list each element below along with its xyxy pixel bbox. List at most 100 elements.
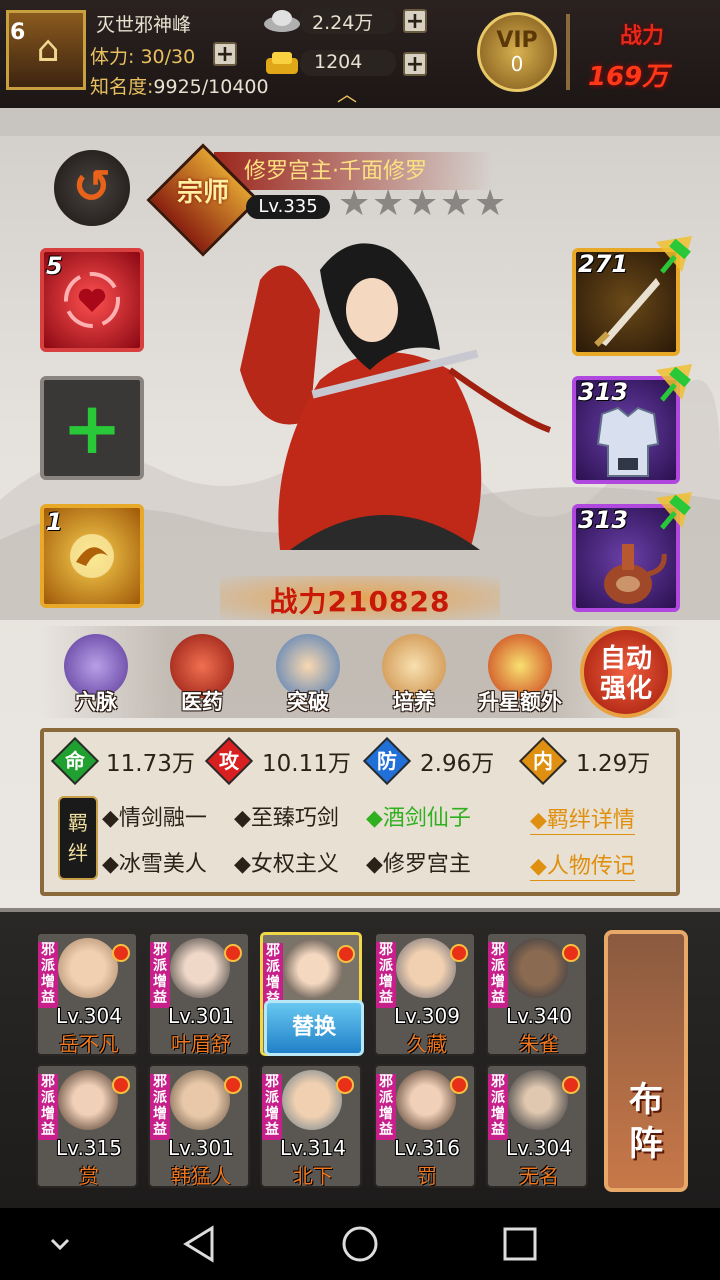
lineup-card[interactable]: 邪派增益 Lv.301 韩猛人 xyxy=(148,1064,250,1188)
stat-badge: 内 xyxy=(533,749,553,773)
card-level: Lv.316 xyxy=(394,1136,460,1160)
menu-label: 医药 xyxy=(181,690,223,714)
card-name: 北下 xyxy=(293,1164,333,1188)
sect-buff-tag: 邪派增益 xyxy=(150,1074,170,1140)
menu-star-up-button[interactable]: 升星额外 xyxy=(478,632,562,716)
replace-button[interactable]: 替换 xyxy=(264,1000,364,1056)
sword-icon xyxy=(594,278,660,347)
menu-label: 培养 xyxy=(393,690,435,714)
card-name: 无名 xyxy=(519,1164,559,1188)
fame-value: 9925/10400 xyxy=(153,76,269,98)
menu-medicine-button[interactable]: 医药 xyxy=(160,632,244,716)
notification-dot xyxy=(224,944,242,962)
silver-ingot-icon xyxy=(262,6,302,34)
equipment-level: 313 xyxy=(578,506,629,534)
lineup-card[interactable]: 邪派增益 Lv.316 罚 xyxy=(374,1064,476,1188)
hero-avatar xyxy=(396,938,456,998)
notification-dot xyxy=(450,944,468,962)
skill-slot-2[interactable]: + xyxy=(40,376,144,480)
lineup-card[interactable]: 邪派增益 Lv.314 北下 xyxy=(260,1064,362,1188)
top-power-label: 战力 xyxy=(620,24,665,49)
bond-item-active: ◆酒剑仙子 xyxy=(366,806,471,831)
formation-label-text: 布阵 xyxy=(629,1080,663,1164)
top-power-value: 169万 xyxy=(588,62,669,92)
back-triangle-icon[interactable] xyxy=(180,1224,220,1264)
sect-buff-tag: 邪派增益 xyxy=(150,942,170,1008)
hero-avatar xyxy=(170,938,230,998)
upgrade-hammer-icon[interactable] xyxy=(652,488,698,534)
home-circle-icon[interactable] xyxy=(340,1224,380,1264)
notification-dot xyxy=(112,1076,130,1094)
menu-label: 突破 xyxy=(287,690,329,714)
golden-burst-icon xyxy=(70,534,114,578)
player-level: 6 xyxy=(10,20,26,45)
lineup-card[interactable]: 邪派增益 Lv.304 无名 xyxy=(486,1064,588,1188)
card-level: Lv.304 xyxy=(506,1136,572,1160)
sect-buff-tag: 邪派增益 xyxy=(376,1074,396,1140)
card-level: Lv.340 xyxy=(506,1004,572,1028)
hero-avatar xyxy=(508,938,568,998)
bond-details-link[interactable]: ◆羁绊详情 xyxy=(530,802,635,835)
upgrade-hammer-icon[interactable] xyxy=(652,232,698,278)
lineup-card[interactable]: 邪派增益 Lv.340 朱雀 xyxy=(486,932,588,1056)
player-name: 灭世邪神峰 xyxy=(96,14,192,36)
equipment-level: 313 xyxy=(578,378,629,406)
recent-apps-icon[interactable] xyxy=(502,1226,538,1262)
card-name: 罚 xyxy=(417,1164,437,1188)
auto-enhance-button[interactable]: 自动 强化 xyxy=(580,626,672,718)
add-stamina-button[interactable]: + xyxy=(213,42,237,66)
vip-badge[interactable]: VIP 0 xyxy=(477,12,557,92)
fame-label: 知名度: xyxy=(90,76,154,98)
star-icon: ★ xyxy=(474,183,507,224)
back-button[interactable]: ↺ xyxy=(54,150,130,226)
menu-breakthrough-button[interactable]: 突破 xyxy=(266,632,350,716)
bond-tag: 羁绊 xyxy=(58,796,98,880)
sect-buff-tag: 邪派增益 xyxy=(38,1074,58,1140)
menu-label: 穴脉 xyxy=(75,690,117,714)
lineup-card[interactable]: 邪派增益 Lv.315 赏 xyxy=(36,1064,138,1188)
gold-ingot-icon xyxy=(262,48,302,78)
lineup-card[interactable]: 邪派增益 Lv.309 久藏 xyxy=(374,932,476,1056)
card-level: Lv.314 xyxy=(280,1136,346,1160)
chevron-down-icon[interactable] xyxy=(46,1232,74,1256)
hero-avatar xyxy=(58,938,118,998)
star-icon: ★ xyxy=(440,183,473,224)
notification-dot xyxy=(336,1076,354,1094)
card-level: Lv.301 xyxy=(168,1004,234,1028)
card-name: 久藏 xyxy=(407,1032,447,1056)
add-icon: + xyxy=(61,386,123,470)
notification-dot xyxy=(112,944,130,962)
stat-badge: 攻 xyxy=(219,749,239,773)
sect-buff-tag: 邪派增益 xyxy=(376,942,396,1008)
add-gold-button[interactable]: + xyxy=(403,52,427,76)
skill-slot-1[interactable]: 5 xyxy=(40,248,144,352)
add-silver-button[interactable]: + xyxy=(403,9,427,33)
notification-dot xyxy=(562,944,580,962)
bond-item: ◆冰雪美人 xyxy=(102,852,207,877)
bond-item: ◆女权主义 xyxy=(234,852,339,877)
skill-slot-3[interactable]: 1 xyxy=(40,504,144,608)
lineup-card[interactable]: 邪派增益 Lv.301 叶眉舒 xyxy=(148,932,250,1056)
card-name: 叶眉舒 xyxy=(171,1032,231,1056)
expand-chevron-icon[interactable]: ︿ xyxy=(332,84,362,104)
hero-level: Lv.335 xyxy=(246,195,330,219)
menu-cultivate-button[interactable]: 培养 xyxy=(372,632,456,716)
hero-portrait xyxy=(240,243,551,550)
card-name: 岳不凡 xyxy=(59,1032,119,1056)
lineup-card[interactable]: 邪派增益 Lv.304 岳不凡 xyxy=(36,932,138,1056)
stat-badge: 防 xyxy=(377,749,397,773)
formation-label: 布阵 xyxy=(614,1078,678,1166)
stat-defense-value: 2.96万 xyxy=(420,751,495,777)
bond-item: ◆修罗宫主 xyxy=(366,852,471,877)
card-level: Lv.309 xyxy=(394,1004,460,1028)
card-name: 赏 xyxy=(79,1164,99,1188)
stat-badge: 命 xyxy=(65,749,85,773)
star-icon: ★ xyxy=(372,183,405,224)
hero-avatar xyxy=(508,1070,568,1130)
upgrade-hammer-icon[interactable] xyxy=(652,360,698,406)
menu-meridian-button[interactable]: 穴脉 xyxy=(54,632,138,716)
vip-label: VIP xyxy=(496,28,538,53)
biography-link[interactable]: ◆人物传记 xyxy=(530,848,635,881)
stage-header-strip xyxy=(0,108,720,136)
top-combat-power: 战力 169万 xyxy=(582,12,716,96)
